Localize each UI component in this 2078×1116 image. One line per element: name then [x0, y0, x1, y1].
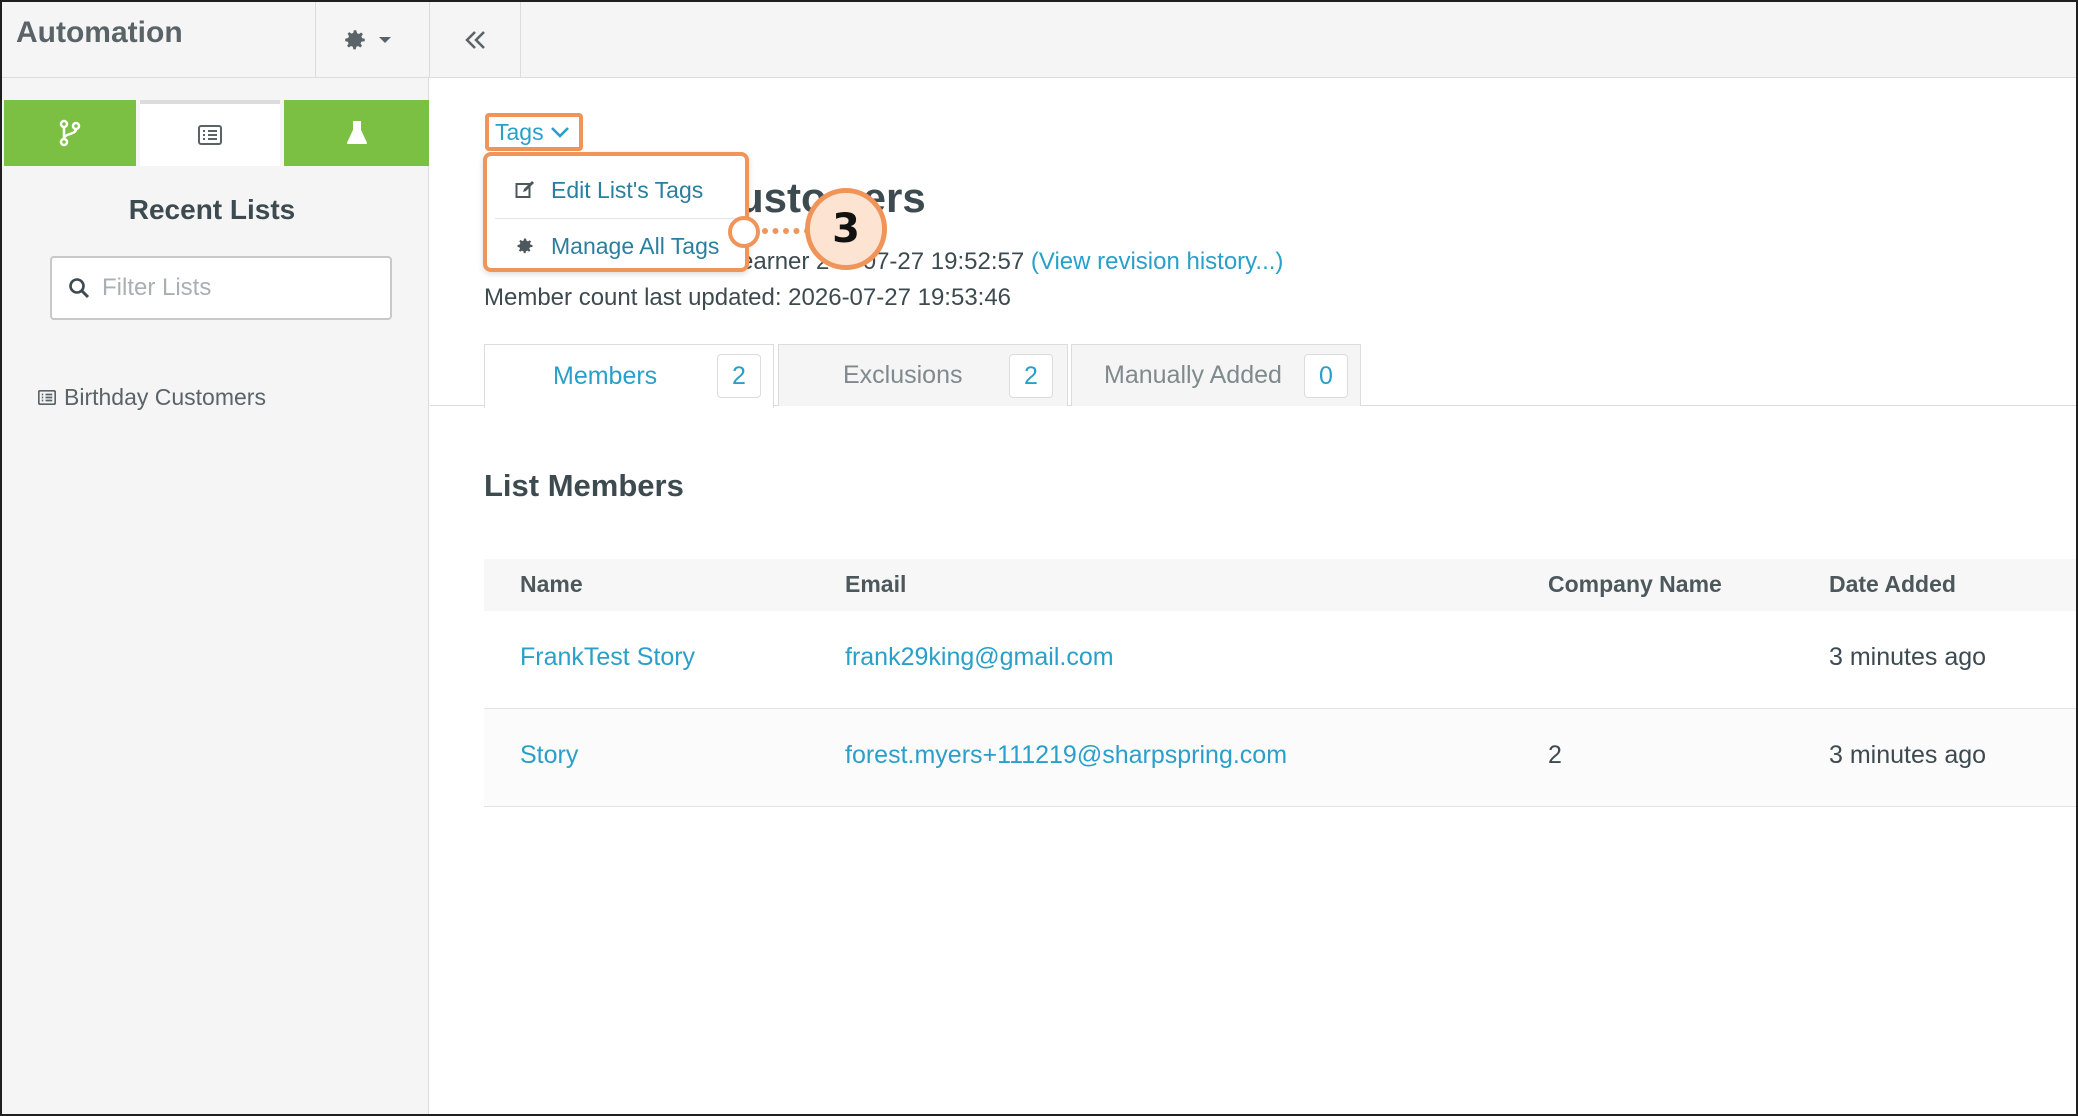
search-icon	[69, 278, 90, 299]
menu-item-manage-all-tags[interactable]: Manage All Tags	[487, 218, 745, 274]
callout-step-number: 3	[832, 206, 860, 252]
member-date-added: 3 minutes ago	[1829, 741, 1987, 769]
tab-count-badge: 0	[1304, 354, 1348, 398]
tab-manually-added[interactable]: Manually Added 0	[1071, 344, 1361, 406]
sidebar: Recent Lists Birthday Customers	[2, 78, 429, 1114]
edit-icon	[515, 181, 534, 198]
callout-connector	[762, 228, 810, 234]
gear-icon	[517, 238, 533, 254]
recent-lists-title: Recent Lists	[128, 194, 296, 225]
callout-step-badge: 3	[805, 188, 887, 270]
table-header: Name Email Company Name Date Added	[484, 559, 2076, 611]
column-header-company[interactable]: Company Name	[1548, 571, 1722, 598]
tab-members[interactable]: Members 2	[484, 344, 774, 408]
divider	[429, 2, 430, 78]
tab-count-badge: 2	[1009, 354, 1053, 398]
callout-pointer	[728, 216, 760, 248]
branch-icon	[59, 119, 81, 147]
menu-item-label: Manage All Tags	[551, 232, 720, 259]
member-count-line: Member count last updated: 2026-07-27 19…	[484, 284, 1012, 311]
sidebar-list-item[interactable]: Birthday Customers	[38, 384, 266, 411]
column-header-email[interactable]: Email	[845, 571, 906, 598]
flask-icon	[346, 121, 367, 144]
tab-count-badge: 2	[717, 354, 761, 398]
members-table: Name Email Company Name Date Added Frank…	[484, 559, 2076, 807]
table-row: FrankTest Story frank29king@gmail.com 3 …	[484, 611, 2076, 709]
sidebar-tab-lists[interactable]	[140, 100, 280, 166]
sidebar-tab-workflows[interactable]	[4, 100, 136, 166]
list-icon	[198, 125, 222, 145]
table-row: Story forest.myers+111219@sharpspring.co…	[484, 709, 2076, 807]
sidebar-list-item-label: Birthday Customers	[64, 384, 266, 410]
app-window: Automation Recent Lists Filter Lists Bir…	[0, 0, 2078, 1116]
settings-dropdown-button[interactable]	[342, 20, 408, 60]
column-header-date-added[interactable]: Date Added	[1829, 571, 1956, 598]
member-company: 2	[1548, 741, 1562, 769]
collapse-sidebar-button[interactable]	[456, 20, 496, 60]
divider	[520, 2, 521, 78]
view-revision-history-link[interactable]: (View revision history...)	[1031, 248, 1284, 275]
tags-dropdown-menu: Edit List's Tags Manage All Tags	[483, 152, 749, 272]
member-date-added: 3 minutes ago	[1829, 643, 1987, 671]
gear-icon	[345, 30, 365, 50]
menu-item-edit-list-tags[interactable]: Edit List's Tags	[487, 162, 745, 218]
caret-down-icon	[379, 37, 391, 43]
list-icon	[38, 390, 56, 405]
filter-lists-input[interactable]	[102, 274, 372, 302]
top-bar: Automation	[2, 2, 2076, 78]
app-title: Automation	[16, 16, 183, 49]
tags-toggle-label: Tags	[495, 118, 544, 145]
member-email-link[interactable]: frank29king@gmail.com	[845, 643, 1114, 672]
tab-exclusions[interactable]: Exclusions 2	[778, 344, 1068, 406]
member-email-link[interactable]: forest.myers+111219@sharpspring.com	[845, 741, 1287, 770]
sidebar-tab-tests[interactable]	[284, 100, 429, 166]
divider	[315, 2, 316, 78]
list-members-title: List Members	[484, 468, 684, 503]
menu-item-label: Edit List's Tags	[551, 176, 704, 203]
chevron-down-icon	[550, 127, 569, 138]
member-name-link[interactable]: Story	[520, 741, 578, 770]
double-chevron-left-icon	[465, 31, 485, 49]
filter-lists-field[interactable]	[50, 256, 392, 320]
column-header-name[interactable]: Name	[520, 571, 583, 598]
member-name-link[interactable]: FrankTest Story	[520, 643, 695, 672]
tags-dropdown-toggle[interactable]: Tags	[485, 113, 583, 151]
